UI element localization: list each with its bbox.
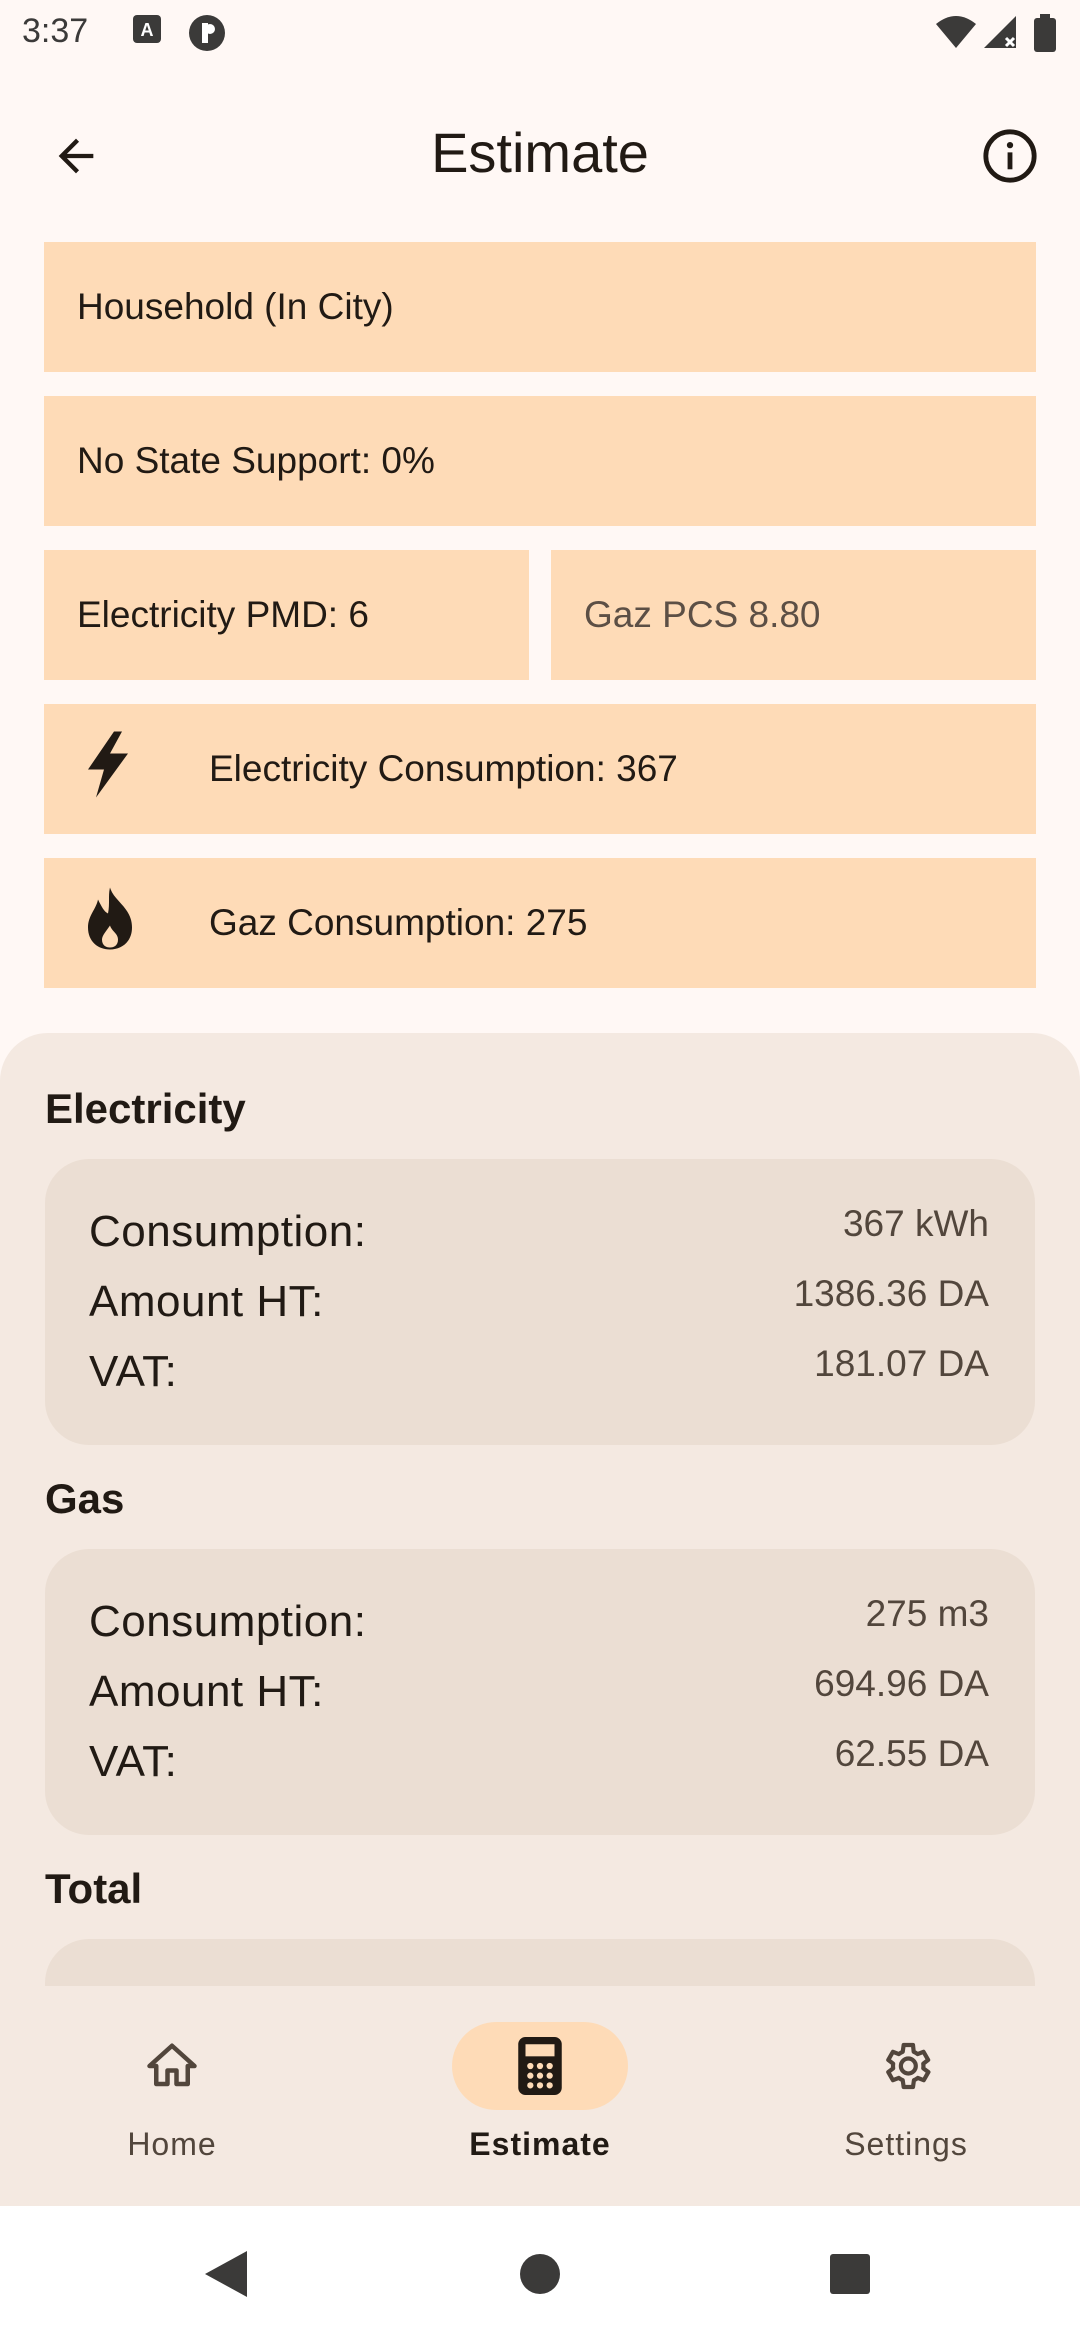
nav-settings-label: Settings bbox=[844, 2126, 968, 2162]
bottom-navigation: Home Estimate Settings bbox=[0, 1986, 1080, 2206]
gas-consumption-label: Consumption: bbox=[89, 1597, 367, 1646]
nav-estimate-indicator bbox=[452, 2022, 628, 2110]
system-recents-button[interactable] bbox=[820, 2244, 880, 2304]
gaz-pcs-placeholder: Gaz PCS 8.80 bbox=[584, 594, 821, 635]
electricity-consumption-result: 367 kWh bbox=[842, 1203, 989, 1244]
system-back-button[interactable] bbox=[196, 2244, 256, 2304]
cellular-signal-icon bbox=[982, 14, 1018, 55]
square-recents-icon bbox=[830, 2254, 870, 2294]
flame-icon bbox=[82, 886, 138, 961]
nav-item-home[interactable]: Home bbox=[22, 1986, 322, 2206]
home-icon bbox=[147, 2043, 197, 2087]
nav-home-label: Home bbox=[127, 2126, 217, 2162]
electricity-consumption-value: Electricity Consumption: 367 bbox=[209, 748, 678, 789]
electricity-vat-row: VAT: 181.07 DA bbox=[89, 1343, 989, 1407]
page-title: Estimate bbox=[431, 121, 649, 184]
electricity-pmd-field[interactable]: Electricity PMD: 6 bbox=[44, 550, 529, 680]
svg-text:A: A bbox=[141, 20, 154, 40]
wifi-icon bbox=[934, 14, 978, 55]
category-value: Household (In City) bbox=[77, 286, 394, 327]
gas-vat-label: VAT: bbox=[89, 1737, 178, 1786]
gas-vat-row: VAT: 62.55 DA bbox=[89, 1733, 989, 1797]
electricity-consumption-field[interactable]: Electricity Consumption: 367 bbox=[44, 704, 1036, 834]
nav-item-estimate[interactable]: Estimate bbox=[390, 1986, 690, 2206]
total-section-title: Total bbox=[45, 1865, 143, 1912]
estimate-screen: 3:37 A Estimate Household (In City) No S… bbox=[0, 0, 1080, 2340]
gear-icon bbox=[886, 2042, 931, 2090]
autofill-a-icon: A bbox=[132, 14, 162, 49]
bolt-icon bbox=[82, 731, 134, 807]
nav-home-indicator bbox=[84, 2022, 260, 2110]
gas-amount-label: Amount HT: bbox=[89, 1667, 324, 1716]
triangle-back-icon bbox=[205, 2251, 247, 2297]
electricity-consumption-label: Consumption: bbox=[89, 1207, 367, 1256]
circle-home-icon bbox=[520, 2254, 560, 2294]
nav-estimate-label: Estimate bbox=[469, 2126, 611, 2162]
battery-icon bbox=[1034, 14, 1056, 57]
gaz-pcs-field[interactable]: Gaz PCS 8.80 bbox=[551, 550, 1036, 680]
gas-section-title: Gas bbox=[45, 1475, 125, 1522]
electricity-amount-result: 1386.36 DA bbox=[793, 1273, 989, 1314]
electricity-vat-label: VAT: bbox=[89, 1347, 178, 1396]
top-app-bar: Estimate bbox=[0, 100, 1080, 212]
system-navigation-bar bbox=[0, 2206, 1080, 2340]
info-button[interactable] bbox=[974, 120, 1046, 192]
gas-consumption-result: 275 m3 bbox=[865, 1593, 989, 1634]
state-support-value: No State Support: 0% bbox=[77, 440, 435, 481]
gaz-consumption-field[interactable]: Gaz Consumption: 275 bbox=[44, 858, 1036, 988]
electricity-amount-row: Amount HT: 1386.36 DA bbox=[89, 1273, 989, 1337]
electricity-card: Consumption: 367 kWh Amount HT: 1386.36 … bbox=[45, 1159, 1035, 1445]
system-home-button[interactable] bbox=[510, 2244, 570, 2304]
gas-vat-result: 62.55 DA bbox=[834, 1733, 989, 1774]
nav-settings-indicator bbox=[818, 2022, 994, 2110]
electricity-consumption-row: Consumption: 367 kWh bbox=[89, 1203, 989, 1267]
electricity-vat-result: 181.07 DA bbox=[814, 1343, 989, 1384]
state-support-dropdown[interactable]: No State Support: 0% bbox=[44, 396, 1036, 526]
gas-card: Consumption: 275 m3 Amount HT: 694.96 DA… bbox=[45, 1549, 1035, 1835]
gas-amount-result: 694.96 DA bbox=[814, 1663, 989, 1704]
nav-item-settings[interactable]: Settings bbox=[756, 1986, 1056, 2206]
category-dropdown[interactable]: Household (In City) bbox=[44, 242, 1036, 372]
gas-amount-row: Amount HT: 694.96 DA bbox=[89, 1663, 989, 1727]
electricity-section-title: Electricity bbox=[45, 1085, 246, 1132]
electricity-amount-label: Amount HT: bbox=[89, 1277, 324, 1326]
circle-p-icon bbox=[188, 14, 226, 57]
calculator-icon bbox=[518, 2037, 562, 2095]
info-icon bbox=[983, 129, 1037, 183]
gas-consumption-row: Consumption: 275 m3 bbox=[89, 1593, 989, 1657]
electricity-pmd-value: Electricity PMD: 6 bbox=[77, 594, 369, 635]
status-bar: 3:37 A bbox=[0, 0, 1080, 66]
status-time: 3:37 bbox=[22, 12, 89, 50]
